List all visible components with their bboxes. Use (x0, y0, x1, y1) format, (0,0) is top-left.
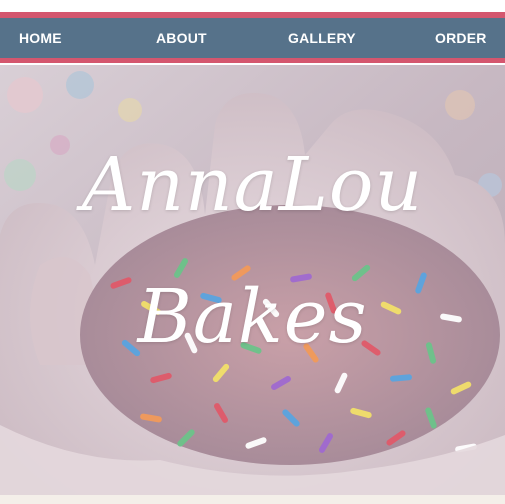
nav-link-home[interactable]: HOME (19, 18, 62, 58)
page-bottom-strip (0, 495, 505, 504)
hero-title-line-2: Bakes (137, 274, 368, 360)
nav-bottom-accent-stripe (0, 58, 505, 63)
hero-title-line-1: AnnaLou (81, 142, 424, 228)
top-navigation: HOME ABOUT GALLERY ORDER (0, 0, 505, 65)
nav-link-order[interactable]: ORDER (435, 18, 487, 58)
hero-banner: AnnaLou Bakes (0, 65, 505, 495)
nav-link-gallery[interactable]: GALLERY (288, 18, 356, 58)
nav-bar (0, 18, 505, 58)
nav-link-about[interactable]: ABOUT (156, 18, 207, 58)
